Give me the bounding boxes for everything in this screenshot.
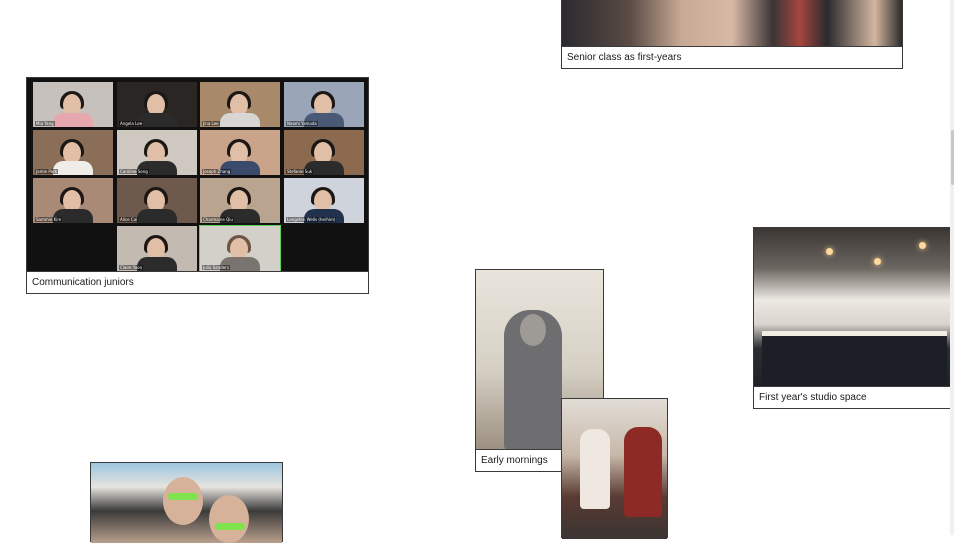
green-sunglasses: [168, 493, 198, 500]
participant-tile: Joseph Zhang: [200, 130, 280, 175]
photo-card-senior-class: Senior class as first-years: [561, 0, 903, 69]
video-call-grid: Mia Yang Angela Lee Jina Lee Naomi Yamad…: [27, 78, 368, 273]
participant-tile: Sammie Kim: [33, 178, 113, 223]
participant-tile: Naomi Yamada: [284, 82, 364, 127]
photo-card-sunglasses: [90, 462, 283, 543]
person-white-top: [580, 429, 610, 509]
flat-file-desk: [762, 336, 947, 386]
photo-card-studio-people: [561, 398, 668, 539]
ceiling-lamp: [874, 258, 881, 265]
senior-class-photo: [562, 0, 902, 48]
page-scrollbar[interactable]: [950, 0, 954, 535]
participant-tile: Stefanie Suk: [284, 130, 364, 175]
green-sunglasses: [215, 523, 245, 530]
sunglasses-photo: [91, 463, 282, 543]
mask-face: [520, 314, 546, 346]
participant-tile: Jamie Park: [33, 130, 113, 175]
participant-tile: Alice Cai: [117, 178, 197, 223]
participant-tile-active-speaker: Julia Sanders: [199, 225, 281, 272]
participant-tile: Caroline Song: [117, 130, 197, 175]
person-red-sweater: [624, 427, 662, 517]
person-head: [163, 477, 203, 525]
photo-card-communication-juniors: Mia Yang Angela Lee Jina Lee Naomi Yamad…: [26, 77, 369, 294]
senior-class-caption: Senior class as first-years: [562, 46, 902, 68]
studio-space-caption: First year's studio space: [754, 386, 951, 408]
communication-juniors-caption: Communication juniors: [27, 271, 368, 293]
participant-tile: Langston Wells (he/him): [284, 178, 364, 223]
participant-tile: Claire Yoon: [117, 226, 197, 271]
person-head: [209, 495, 249, 543]
participant-tile: Angela Lee: [117, 82, 197, 127]
participant-tile: Jina Lee: [200, 82, 280, 127]
photo-card-first-year-studio: First year's studio space: [753, 227, 952, 409]
studio-space-photo: [754, 228, 951, 388]
ceiling-lamp: [919, 242, 926, 249]
participant-tile: Charmaine Qiu: [200, 178, 280, 223]
participant-tile: Mia Yang: [33, 82, 113, 127]
studio-people-photo: [562, 399, 667, 539]
ceiling-lamp: [826, 248, 833, 255]
